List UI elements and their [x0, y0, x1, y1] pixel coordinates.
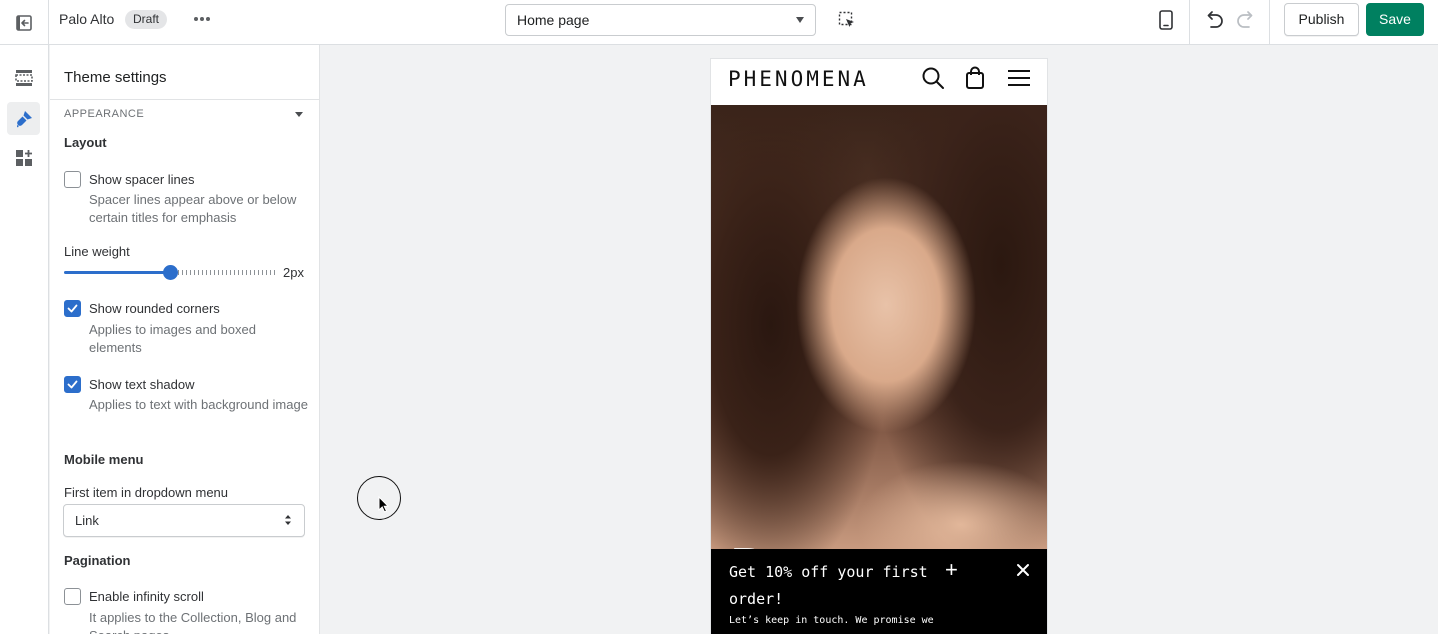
rail-item-theme-settings[interactable] [7, 102, 40, 135]
undo-button[interactable] [1200, 6, 1228, 34]
plus-icon[interactable]: + [945, 559, 958, 581]
field-label-line-weight: Line weight [64, 244, 130, 259]
checkbox-rounded-corners[interactable] [64, 300, 81, 317]
chevron-down-icon [796, 17, 804, 23]
store-header: PHENOMENA [711, 59, 1047, 105]
hero-heading: Be your own [730, 539, 1047, 549]
slider-track-rest [178, 270, 276, 275]
publish-button[interactable]: Publish [1284, 3, 1359, 36]
inspector-button[interactable] [834, 7, 860, 33]
field-label-first-item: First item in dropdown menu [64, 485, 229, 500]
theme-settings-icon [16, 110, 32, 127]
redo-icon [1237, 11, 1253, 28]
panel-title: Theme settings [64, 69, 167, 86]
help-text-rounded-corners: Applies to images and boxed elements [89, 322, 256, 355]
checkbox-infinity-scroll[interactable] [64, 588, 81, 605]
checkbox-label-text-shadow: Show text shadow [89, 377, 195, 392]
checkmark-icon [67, 304, 78, 313]
sections-icon [14, 69, 33, 86]
first-item-select-value: Link [75, 513, 99, 528]
page-select[interactable]: Home page [505, 4, 816, 36]
toolbar-divider [1269, 0, 1270, 45]
checkbox-label-rounded-corners: Show rounded corners [89, 301, 220, 316]
checkbox-label-spacer-lines: Show spacer lines [89, 172, 195, 187]
checkbox-spacer-lines[interactable] [64, 171, 81, 188]
sidebar-rail [0, 45, 49, 634]
checkbox-label-infinity-scroll: Enable infinity scroll [89, 589, 204, 604]
help-text-spacer-lines: Spacer lines appear above or below certa… [89, 192, 297, 225]
cursor-ring [357, 476, 401, 520]
rail-item-sections[interactable] [7, 61, 40, 94]
store-name: Palo Alto [59, 11, 115, 27]
help-text-infinity-scroll: It applies to the Collection, Blog and S… [89, 610, 297, 634]
group-heading-layout: Layout [64, 135, 107, 150]
redo-button[interactable] [1232, 6, 1260, 34]
cart-bag-icon[interactable] [965, 66, 985, 90]
slider-handle[interactable] [163, 265, 178, 280]
status-badge: Draft [125, 10, 168, 29]
line-weight-slider[interactable] [64, 265, 276, 280]
menu-icon[interactable] [1007, 69, 1031, 87]
rail-item-app-blocks[interactable] [7, 141, 40, 174]
section-header-appearance[interactable]: APPEARANCE [64, 108, 144, 120]
hero-image: Be your own [711, 105, 1047, 549]
close-icon[interactable] [1015, 562, 1031, 578]
first-item-select[interactable]: Link [63, 504, 305, 537]
more-actions-button[interactable] [188, 8, 216, 30]
slider-fill [64, 271, 170, 274]
chevron-down-icon[interactable] [295, 112, 303, 117]
app-blocks-icon [15, 149, 32, 166]
checkbox-text-shadow[interactable] [64, 376, 81, 393]
mobile-icon [1159, 10, 1173, 30]
group-heading-pagination: Pagination [64, 553, 131, 568]
more-icon [194, 17, 210, 21]
popup-title: Get 10% off your first order! [729, 563, 928, 608]
divider [50, 99, 319, 100]
exit-icon [16, 14, 32, 31]
select-arrows-icon [285, 515, 291, 525]
line-weight-value: 2px [283, 265, 304, 280]
theme-settings-panel: Theme settings APPEARANCE Layout Show sp… [50, 45, 320, 634]
inspect-select-icon [838, 11, 854, 27]
checkmark-icon [67, 380, 78, 389]
toolbar-divider [1189, 0, 1190, 45]
mobile-preview-button[interactable] [1151, 6, 1181, 34]
editor-topbar: Palo Alto Draft Home page Publish Save [0, 0, 1438, 45]
help-text-text-shadow: Applies to text with background image [89, 397, 308, 412]
pointer-cursor-icon [378, 496, 390, 513]
undo-icon [1207, 11, 1223, 28]
newsletter-popup: Get 10% off your first order! + Let’s ke… [711, 549, 1047, 634]
search-icon[interactable] [921, 66, 945, 90]
popup-body-text: Let’s keep in touch. We promise we [729, 615, 934, 626]
mobile-preview-frame[interactable]: PHENOMENA Be your own Get 10% off your f… [710, 58, 1048, 634]
exit-button[interactable] [0, 0, 49, 45]
store-logo[interactable]: PHENOMENA [728, 67, 869, 91]
group-heading-mobile-menu: Mobile menu [64, 452, 144, 467]
page-select-value: Home page [517, 12, 590, 28]
save-button[interactable]: Save [1366, 3, 1424, 36]
